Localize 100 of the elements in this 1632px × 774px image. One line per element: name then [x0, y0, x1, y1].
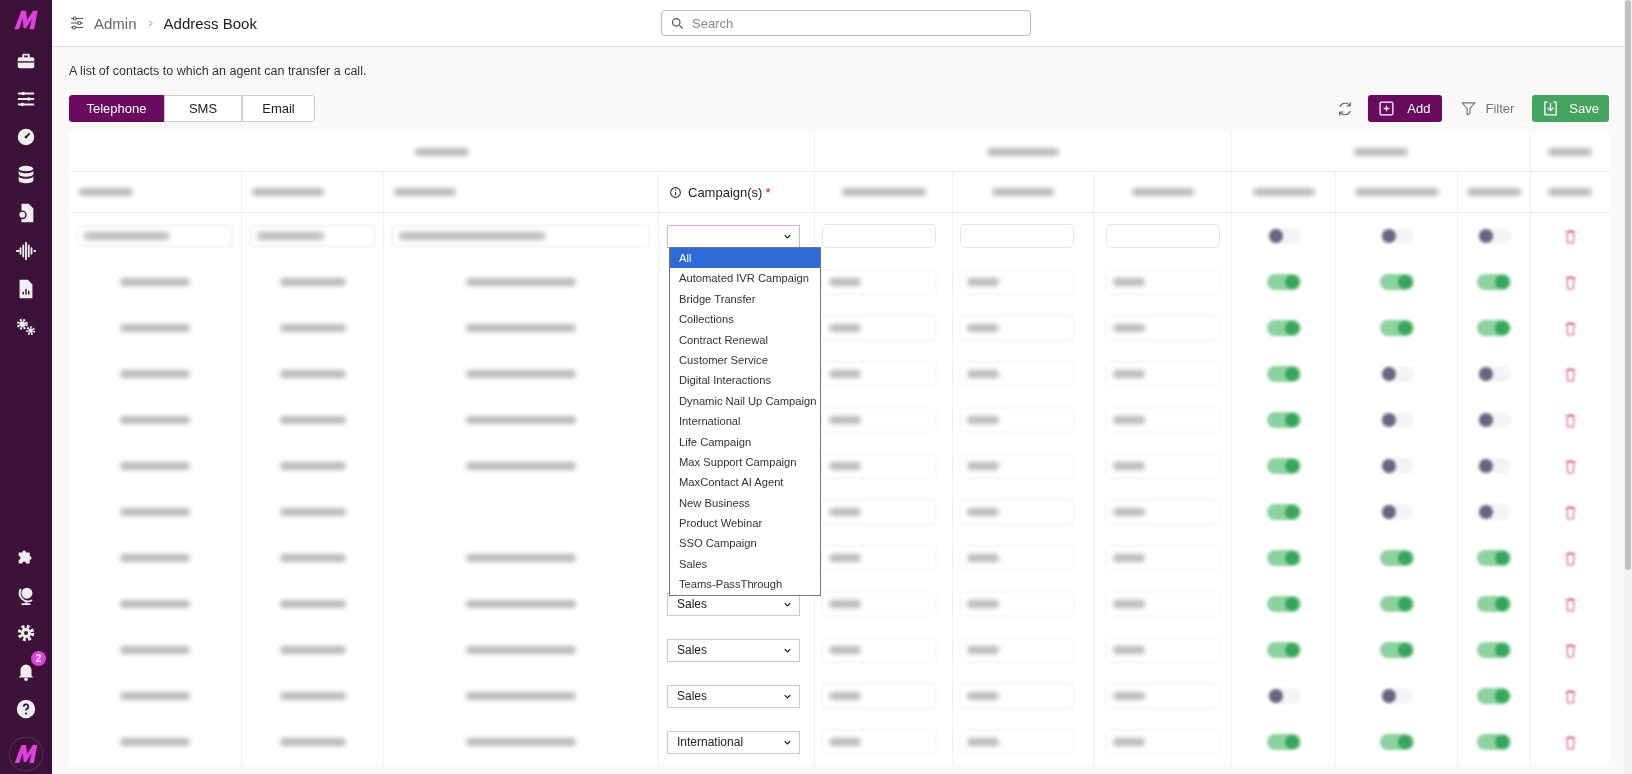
toggle-switch[interactable]	[1379, 550, 1414, 566]
toggle-switch[interactable]	[1379, 320, 1414, 336]
toggle-switch[interactable]	[1379, 274, 1414, 290]
campaign-select[interactable]: Sales	[667, 684, 800, 708]
blurred-select[interactable]	[823, 271, 935, 293]
toggle-switch[interactable]	[1266, 228, 1301, 244]
campaign-select[interactable]: International	[667, 730, 800, 754]
blurred-select[interactable]	[961, 363, 1073, 385]
blurred-input-field[interactable]	[77, 225, 233, 247]
toggle-switch[interactable]	[1477, 504, 1511, 520]
toggle-switch[interactable]	[1379, 366, 1414, 382]
dropdown-option[interactable]: Automated IVR Campaign	[670, 268, 820, 289]
blurred-select[interactable]	[1106, 685, 1219, 707]
blurred-select[interactable]	[1106, 317, 1219, 339]
blurred-select[interactable]	[1106, 547, 1219, 569]
blurred-select[interactable]	[823, 547, 935, 569]
toggle-switch[interactable]	[1379, 458, 1414, 474]
toggle-switch[interactable]	[1266, 642, 1301, 658]
toggle-switch[interactable]	[1266, 596, 1301, 612]
dropdown-option[interactable]: SSO Campaign	[670, 533, 820, 554]
toggle-switch[interactable]	[1477, 596, 1511, 612]
toggle-switch[interactable]	[1266, 734, 1301, 750]
toggle-switch[interactable]	[1477, 458, 1511, 474]
blurred-select[interactable]	[823, 409, 935, 431]
dropdown-option[interactable]: Product Webinar	[670, 513, 820, 534]
blurred-select[interactable]	[961, 639, 1073, 661]
toggle-switch[interactable]	[1266, 688, 1301, 704]
toggle-switch[interactable]	[1477, 274, 1511, 290]
toggle-switch[interactable]	[1266, 274, 1301, 290]
toggle-switch[interactable]	[1266, 504, 1301, 520]
blurred-input-field[interactable]	[250, 225, 375, 247]
breadcrumb-link[interactable]: Admin	[94, 14, 137, 32]
blurred-select[interactable]	[823, 639, 935, 661]
toggle-switch[interactable]	[1477, 228, 1511, 244]
toggle-switch[interactable]	[1379, 596, 1414, 612]
blurred-select[interactable]	[1106, 271, 1219, 293]
toggle-switch[interactable]	[1379, 504, 1414, 520]
blurred-select[interactable]	[1106, 455, 1219, 477]
dropdown-option[interactable]: New Business	[670, 492, 820, 514]
dropdown-option[interactable]: Customer Service	[670, 349, 820, 371]
blurred-select[interactable]	[961, 271, 1073, 293]
blurred-select[interactable]	[961, 547, 1073, 569]
toggle-switch[interactable]	[1266, 458, 1301, 474]
search-field[interactable]: Search	[661, 10, 1031, 36]
toggle-switch[interactable]	[1477, 366, 1511, 382]
campaign-select[interactable]: Sales	[667, 638, 800, 662]
blurred-select[interactable]	[823, 501, 935, 523]
blurred-select[interactable]	[1106, 409, 1219, 431]
toggle-switch[interactable]	[1266, 412, 1301, 428]
help-icon[interactable]	[15, 698, 37, 720]
blurred-select[interactable]	[1106, 731, 1219, 753]
settings-icon[interactable]	[15, 622, 37, 644]
blurred-select[interactable]	[961, 409, 1073, 431]
tab[interactable]: SMS	[164, 95, 242, 122]
toggle-switch[interactable]	[1379, 412, 1414, 428]
scrollbar-thumb[interactable]	[1625, 0, 1631, 570]
blurred-select[interactable]	[823, 593, 935, 615]
blurred-select[interactable]	[961, 731, 1073, 753]
campaign-select[interactable]	[667, 224, 800, 248]
dropdown-option[interactable]: Life Campaign	[670, 431, 820, 452]
gears-icon[interactable]	[15, 316, 37, 338]
toggle-switch[interactable]	[1379, 228, 1414, 244]
blurred-select[interactable]	[823, 731, 935, 753]
toggle-switch[interactable]	[1477, 320, 1511, 336]
sound-wave-icon[interactable]	[15, 240, 37, 262]
blurred-select[interactable]	[1106, 593, 1219, 615]
toggle-switch[interactable]	[1379, 642, 1414, 658]
gauge-icon[interactable]	[15, 126, 37, 148]
blurred-select[interactable]	[1106, 639, 1219, 661]
dropdown-option[interactable]: Teams-PassThrough	[670, 574, 820, 595]
tab[interactable]: Email	[242, 95, 315, 122]
toggle-switch[interactable]	[1266, 550, 1301, 566]
blurred-select[interactable]	[961, 593, 1073, 615]
dropdown-option[interactable]: Contract Renewal	[670, 329, 820, 350]
toggle-switch[interactable]	[1477, 734, 1511, 750]
scrollbar[interactable]	[1624, 0, 1632, 774]
toggle-switch[interactable]	[1379, 688, 1414, 704]
blurred-select[interactable]	[823, 317, 935, 339]
toggle-switch[interactable]	[1266, 366, 1301, 382]
blurred-select[interactable]	[1106, 501, 1219, 523]
blurred-select[interactable]	[961, 501, 1073, 523]
blurred-input-field[interactable]	[392, 225, 650, 247]
add-button[interactable]: Add	[1368, 95, 1443, 122]
dropdown-option[interactable]: All	[670, 248, 820, 269]
toggle-switch[interactable]	[1266, 320, 1301, 336]
toggle-switch[interactable]	[1477, 412, 1511, 428]
blurred-select[interactable]	[961, 317, 1073, 339]
blurred-select[interactable]	[823, 363, 935, 385]
dropdown-option[interactable]: MaxContact AI Agent	[670, 472, 820, 493]
toggle-switch[interactable]	[1477, 642, 1511, 658]
dropdown-option[interactable]: Dynamic Nail Up Campaign	[670, 390, 820, 412]
blurred-select[interactable]	[961, 455, 1073, 477]
toggle-switch[interactable]	[1379, 734, 1414, 750]
blurred-select[interactable]	[823, 455, 935, 477]
dropdown-option[interactable]: Bridge Transfer	[670, 288, 820, 310]
avatar-logo-icon[interactable]	[8, 736, 44, 772]
dropdown-option[interactable]: Sales	[670, 553, 820, 575]
blurred-select[interactable]	[1106, 363, 1219, 385]
toggle-switch[interactable]	[1477, 688, 1511, 704]
filter-button[interactable]: Filter	[1456, 95, 1519, 122]
